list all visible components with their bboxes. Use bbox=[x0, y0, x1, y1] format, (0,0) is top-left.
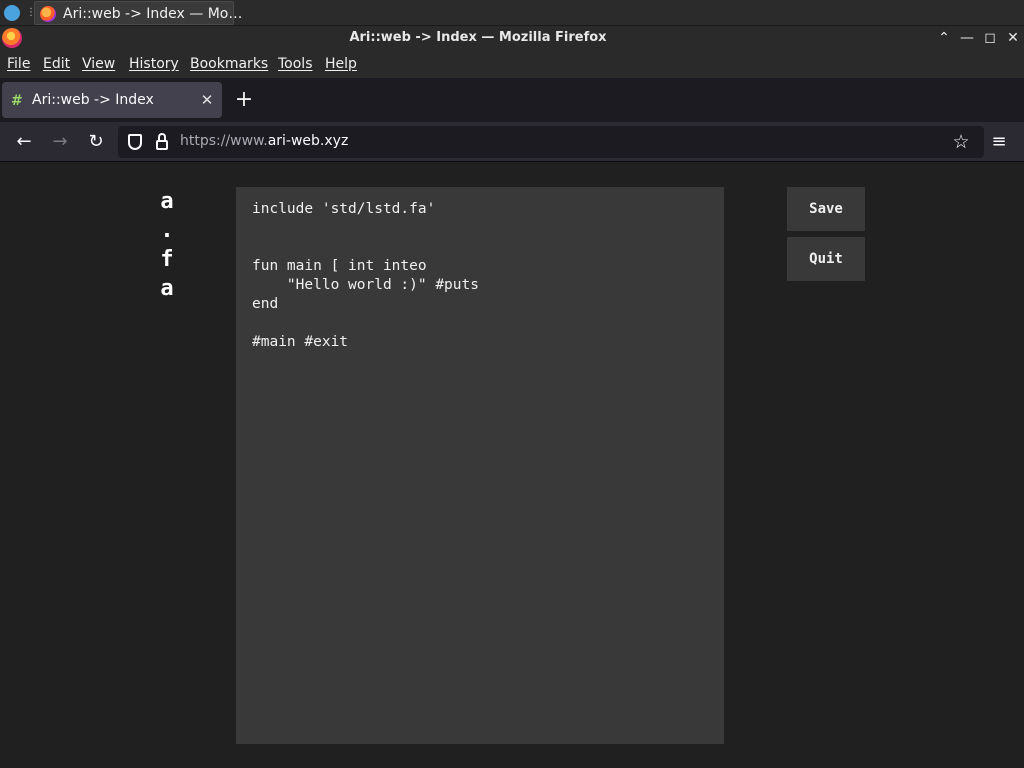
taskbar-task-label: Ari::web -> Index — Mo… bbox=[63, 6, 243, 22]
logo-char-a: a bbox=[160, 189, 174, 214]
tab-label: Ari::web -> Index bbox=[32, 92, 154, 108]
url-bar[interactable]: https://www.ari-web.xyz ☆ bbox=[118, 126, 984, 158]
minimize-button[interactable]: — bbox=[958, 29, 976, 47]
page-content: a . f a include 'std/lstd.fa' fun main [… bbox=[0, 163, 1024, 768]
menu-file[interactable]: File bbox=[7, 56, 30, 72]
app-launcher-icon[interactable] bbox=[4, 5, 20, 21]
app-menu-icon[interactable]: ≡ bbox=[988, 131, 1010, 153]
close-window-button[interactable]: ✕ bbox=[1004, 29, 1022, 47]
window-titlebar: Ari::web -> Index — Mozilla Firefox ⌃ — … bbox=[0, 26, 1024, 50]
close-tab-icon[interactable]: ✕ bbox=[198, 91, 216, 109]
menu-history[interactable]: History bbox=[129, 56, 179, 72]
url-prefix: https://www. bbox=[180, 133, 268, 149]
menu-bookmarks[interactable]: Bookmarks bbox=[190, 56, 268, 72]
tab-strip: # Ari::web -> Index ✕ + bbox=[0, 78, 1024, 122]
back-button[interactable]: ← bbox=[13, 131, 35, 153]
taskbar-separator: ⋮ bbox=[26, 7, 36, 18]
bookmark-star-icon[interactable]: ☆ bbox=[950, 131, 972, 153]
reload-button[interactable]: ↻ bbox=[85, 131, 107, 153]
taskbar-firefox-task[interactable]: Ari::web -> Index — Mo… bbox=[34, 1, 242, 25]
menu-bar: File Edit View History Bookmarks Tools H… bbox=[0, 50, 1024, 78]
forward-button[interactable]: → bbox=[49, 131, 71, 153]
tracking-protection-shield-icon[interactable] bbox=[128, 134, 142, 150]
new-tab-button[interactable]: + bbox=[233, 89, 255, 111]
firefox-icon bbox=[40, 6, 56, 22]
keep-above-button[interactable]: ⌃ bbox=[935, 29, 953, 47]
menu-edit[interactable]: Edit bbox=[43, 56, 70, 72]
url-host: ari-web.xyz bbox=[267, 133, 349, 149]
navigation-toolbar: ← → ↻ https://www.ari-web.xyz ☆ ≡ bbox=[0, 122, 1024, 162]
maximize-button[interactable]: ◻ bbox=[981, 29, 999, 47]
window-title: Ari::web -> Index — Mozilla Firefox bbox=[349, 30, 607, 45]
taskbar: ⋮ Ari::web -> Index — Mo… bbox=[0, 0, 1024, 26]
logo-char-a2: a bbox=[160, 276, 174, 301]
save-button[interactable]: Save bbox=[787, 187, 865, 231]
logo-char-f: f bbox=[160, 247, 174, 272]
tab-ari-web-index[interactable]: # Ari::web -> Index ✕ bbox=[2, 82, 222, 118]
menu-help[interactable]: Help bbox=[325, 56, 357, 72]
url-text[interactable]: https://www.ari-web.xyz bbox=[180, 133, 348, 149]
logo-char-dot: . bbox=[160, 218, 174, 243]
menu-view[interactable]: View bbox=[82, 56, 115, 72]
quit-button[interactable]: Quit bbox=[787, 237, 865, 281]
menu-tools[interactable]: Tools bbox=[278, 56, 313, 72]
site-logo: a . f a bbox=[150, 187, 184, 303]
site-favicon-icon: # bbox=[11, 93, 23, 109]
lock-icon[interactable] bbox=[156, 133, 168, 151]
code-editor[interactable]: include 'std/lstd.fa' fun main [ int int… bbox=[236, 187, 724, 744]
